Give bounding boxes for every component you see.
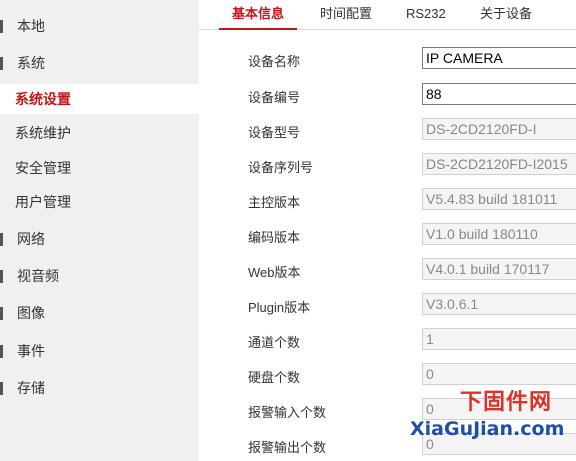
firmware-version-value: V5.4.83 build 181011 <box>422 188 576 210</box>
device-name-label: 设备名称 <box>248 54 301 69</box>
tab-rs232[interactable]: RS232 <box>406 0 446 29</box>
sidebar-item-label: 系统维护 <box>15 125 71 141</box>
sidebar-item-image[interactable]: 图像 <box>0 298 199 328</box>
web-version-label: Web版本 <box>248 265 301 280</box>
channel-count-value: 1 <box>422 328 576 350</box>
watermark-en: XiaGuJian.com <box>410 418 565 440</box>
tab-about-device[interactable]: 关于设备 <box>480 0 532 29</box>
sidebar-item-storage[interactable]: 存储 <box>0 373 199 403</box>
tab-time-config[interactable]: 时间配置 <box>320 0 372 29</box>
sidebar-item-label: 视音频 <box>17 268 59 284</box>
device-number-label: 设备编号 <box>248 90 301 105</box>
watermark-cn: 下固件网 <box>460 390 553 415</box>
sidebar-item-system[interactable]: 系统 <box>0 48 199 78</box>
device-model-value: DS-2CD2120FD-I <box>422 118 576 140</box>
network-icon <box>0 233 3 246</box>
sidebar-item-label: 事件 <box>17 343 45 359</box>
alarm-input-count-label: 报警输入个数 <box>248 405 327 420</box>
encoding-version-label: 编码版本 <box>248 230 301 245</box>
sidebar-item-label: 本地 <box>17 18 45 34</box>
device-model-label: 设备型号 <box>248 125 301 140</box>
plugin-version-label: Plugin版本 <box>248 300 311 315</box>
sidebar-item-network[interactable]: 网络 <box>0 224 199 254</box>
sidebar-item-users[interactable]: 用户管理 <box>0 187 199 217</box>
sidebar-item-label: 系统 <box>17 55 45 71</box>
watermark: 下固件网 XiaGuJian.com <box>400 378 576 461</box>
sidebar-item-label: 用户管理 <box>15 194 71 210</box>
firmware-version-label: 主控版本 <box>248 195 301 210</box>
video-icon <box>0 270 3 283</box>
system-icon <box>0 57 3 70</box>
web-version-value: V4.0.1 build 170117 <box>422 258 576 280</box>
encoding-version-value: V1.0 build 180110 <box>422 223 576 245</box>
alarm-output-count-label: 报警输出个数 <box>248 440 327 455</box>
local-icon <box>0 20 3 33</box>
hdd-count-label: 硬盘个数 <box>248 370 301 385</box>
device-name-input[interactable] <box>422 47 576 69</box>
sidebar-item-system-settings[interactable]: 系统设置 <box>0 84 199 114</box>
image-icon <box>0 307 3 320</box>
tab-basic-info[interactable]: 基本信息 <box>218 0 298 30</box>
sidebar-item-system-maintenance[interactable]: 系统维护 <box>0 118 199 148</box>
sidebar-item-label: 系统设置 <box>15 91 71 107</box>
sidebar-item-event[interactable]: 事件 <box>0 336 199 366</box>
sidebar-item-label: 存储 <box>17 380 45 396</box>
tab-bar: 基本信息 时间配置 RS232 关于设备 <box>199 0 576 30</box>
storage-icon <box>0 382 3 395</box>
channel-count-label: 通道个数 <box>248 335 301 350</box>
serial-number-value: DS-2CD2120FD-I2015 <box>422 153 576 175</box>
event-icon <box>0 345 3 358</box>
sidebar-item-local[interactable]: 本地 <box>0 11 199 41</box>
plugin-version-value: V3.0.6.1 <box>422 293 576 315</box>
sidebar-item-label: 网络 <box>17 231 45 247</box>
sidebar-item-label: 安全管理 <box>15 160 71 176</box>
sidebar-item-security[interactable]: 安全管理 <box>0 153 199 183</box>
sidebar-item-label: 图像 <box>17 305 45 321</box>
sidebar: 本地 系统 系统设置 系统维护 安全管理 用户管理 网络 视音频 图像 事件 存… <box>0 0 199 461</box>
sidebar-item-video-audio[interactable]: 视音频 <box>0 261 199 291</box>
device-number-input[interactable] <box>422 83 576 105</box>
serial-number-label: 设备序列号 <box>248 160 314 175</box>
